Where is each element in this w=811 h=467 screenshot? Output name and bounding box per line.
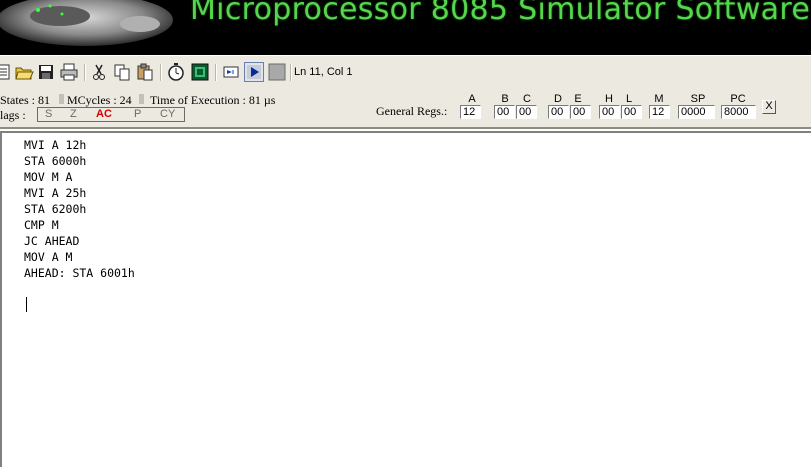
step-icon[interactable] <box>221 62 241 82</box>
code-line-3[interactable]: MOV M A <box>24 169 135 185</box>
toolbar: Ln 11, Col 1 <box>0 55 811 90</box>
run-icon[interactable] <box>244 62 264 82</box>
reg-m-value[interactable]: 12 <box>649 105 670 119</box>
reg-pc-label: PC <box>730 93 746 105</box>
reg-l-value[interactable]: 00 <box>621 105 642 119</box>
flag-s: S <box>45 108 53 120</box>
reg-b-label: B <box>501 93 509 105</box>
spaceship-logo-icon <box>0 0 173 46</box>
reg-c-value[interactable]: 00 <box>516 105 537 119</box>
reg-pc-value[interactable]: 8000 <box>721 105 756 119</box>
flags-label: lags : <box>0 108 26 122</box>
reg-h-value[interactable]: 00 <box>599 105 620 119</box>
status-divider <box>59 94 64 104</box>
code-line-8[interactable]: MOV A M <box>24 249 135 265</box>
toolbar-separator <box>160 64 162 81</box>
status-panel: States : 81 MCycles : 24 Time of Executi… <box>0 89 811 129</box>
reg-e-value[interactable]: 00 <box>570 105 591 119</box>
text-caret <box>26 297 27 312</box>
execution-time-label: Time of Execution : 81 µs <box>150 93 276 107</box>
reg-l-label: L <box>625 93 633 105</box>
reg-h-label: H <box>605 93 613 105</box>
copy-icon[interactable] <box>112 62 132 82</box>
code-line-5[interactable]: STA 6200h <box>24 201 135 217</box>
save-icon[interactable] <box>36 62 56 82</box>
reg-d-label: D <box>554 93 562 105</box>
code-editor[interactable]: MVI A 12h STA 6000h MOV M A MVI A 25h ST… <box>0 131 811 467</box>
code-line-1[interactable]: MVI A 12h <box>24 137 135 153</box>
toolbar-separator <box>84 64 86 81</box>
code-line-10[interactable] <box>24 281 135 297</box>
paste-icon[interactable] <box>135 62 155 82</box>
app-banner: Microprocessor 8085 Simulator Software <box>0 0 811 55</box>
reg-c-label: C <box>523 93 531 105</box>
code-text[interactable]: MVI A 12h STA 6000h MOV M A MVI A 25h ST… <box>24 137 135 297</box>
status-divider <box>139 94 144 104</box>
cursor-position: Ln 11, Col 1 <box>294 66 353 78</box>
flag-ac: AC <box>96 108 112 120</box>
code-line-4[interactable]: MVI A 25h <box>24 185 135 201</box>
reg-b-value[interactable]: 00 <box>494 105 515 119</box>
app-title: Microprocessor 8085 Simulator Software <box>190 0 811 27</box>
cut-icon[interactable] <box>89 62 109 82</box>
code-line-7[interactable]: JC AHEAD <box>24 233 135 249</box>
general-regs-label: General Regs.: <box>376 104 448 118</box>
mcycles-label: MCycles : 24 <box>67 93 132 107</box>
reg-m-label: M <box>654 93 664 105</box>
assemble-icon[interactable] <box>190 62 210 82</box>
reg-sp-value[interactable]: 0000 <box>678 105 715 119</box>
timer-icon[interactable] <box>166 62 186 82</box>
code-line-2[interactable]: STA 6000h <box>24 153 135 169</box>
code-line-6[interactable]: CMP M <box>24 217 135 233</box>
open-icon[interactable] <box>14 62 34 82</box>
stop-icon[interactable] <box>267 62 287 82</box>
tstates-label: States : 81 <box>0 93 50 107</box>
reg-a-label: A <box>468 93 476 105</box>
toolbar-separator <box>290 64 292 81</box>
reg-e-label: E <box>574 93 582 105</box>
flag-cy: CY <box>160 108 176 120</box>
flags-box: S Z AC P CY <box>37 107 185 122</box>
reg-a-value[interactable]: 12 <box>460 105 481 119</box>
reg-sp-label: SP <box>690 93 706 105</box>
toolbar-separator <box>215 64 217 81</box>
flag-z: Z <box>70 108 77 120</box>
new-icon[interactable] <box>0 62 14 82</box>
print-icon[interactable] <box>59 62 79 82</box>
code-line-9[interactable]: AHEAD: STA 6001h <box>24 265 135 281</box>
close-panel-button[interactable]: X <box>762 100 776 114</box>
reg-d-value[interactable]: 00 <box>548 105 569 119</box>
flag-p: P <box>134 108 142 120</box>
